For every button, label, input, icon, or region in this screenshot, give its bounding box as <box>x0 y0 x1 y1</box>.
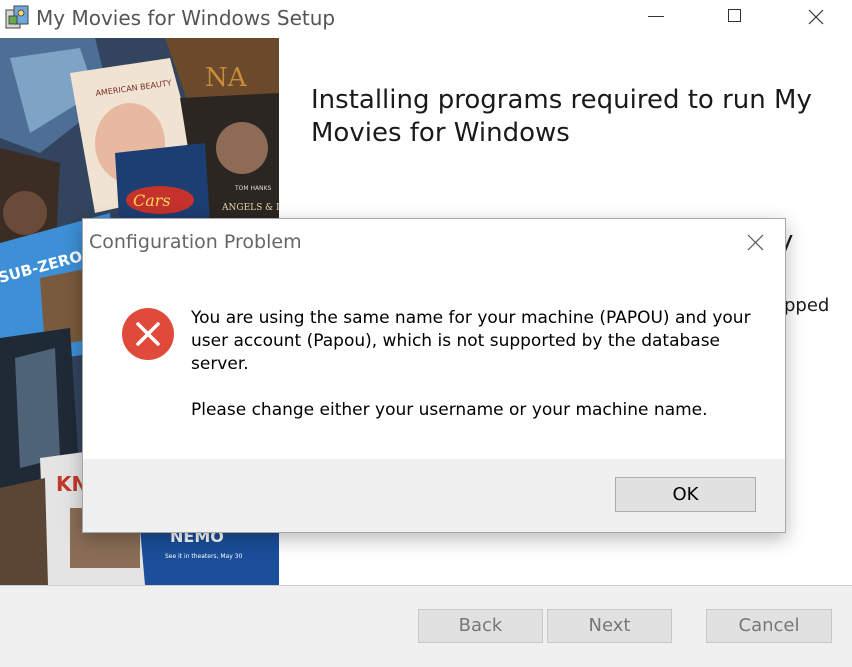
poster-text-narnia: NA <box>205 63 248 93</box>
configuration-problem-dialog: Configuration Problem You are using the … <box>82 218 786 533</box>
dialog-footer: OK <box>83 459 785 532</box>
maximize-button[interactable] <box>709 0 763 34</box>
partial-hidden-text: pped <box>784 295 830 316</box>
dialog-message-line1: You are using the same name for your mac… <box>191 308 751 374</box>
ok-button[interactable]: OK <box>615 477 756 512</box>
dialog-body: You are using the same name for your mac… <box>83 263 785 459</box>
dialog-message-line2: Please change either your username or yo… <box>191 400 708 420</box>
dialog-message: You are using the same name for your mac… <box>191 307 761 422</box>
poster-text-nemo-date: See it in theaters, May 30 <box>165 553 243 560</box>
dialog-title: Configuration Problem <box>89 231 302 253</box>
minimize-button[interactable] <box>630 0 684 34</box>
window-title: My Movies for Windows Setup <box>36 6 336 30</box>
dialog-close-button[interactable] <box>733 219 781 263</box>
wizard-button-bar: Back Next Cancel <box>0 585 852 667</box>
close-icon <box>808 9 824 25</box>
close-icon <box>747 234 764 251</box>
next-button[interactable]: Next <box>547 609 672 643</box>
poster-text-angels: ANGELS & DEMONS <box>221 203 279 213</box>
error-icon <box>121 307 175 361</box>
poster-text-tom-hanks: TOM HANKS <box>234 185 272 192</box>
setup-window: My Movies for Windows Setup AMERICAN BEA… <box>0 0 852 667</box>
cancel-button[interactable]: Cancel <box>706 609 832 643</box>
title-bar: My Movies for Windows Setup <box>0 0 852 36</box>
poster-text-cars: Cars <box>133 191 171 210</box>
maximize-icon <box>728 9 741 22</box>
minimize-icon <box>648 16 664 17</box>
close-button[interactable] <box>790 0 844 34</box>
back-button[interactable]: Back <box>418 609 543 643</box>
page-heading: Installing programs required to run My M… <box>311 85 812 148</box>
installer-icon <box>4 4 30 30</box>
